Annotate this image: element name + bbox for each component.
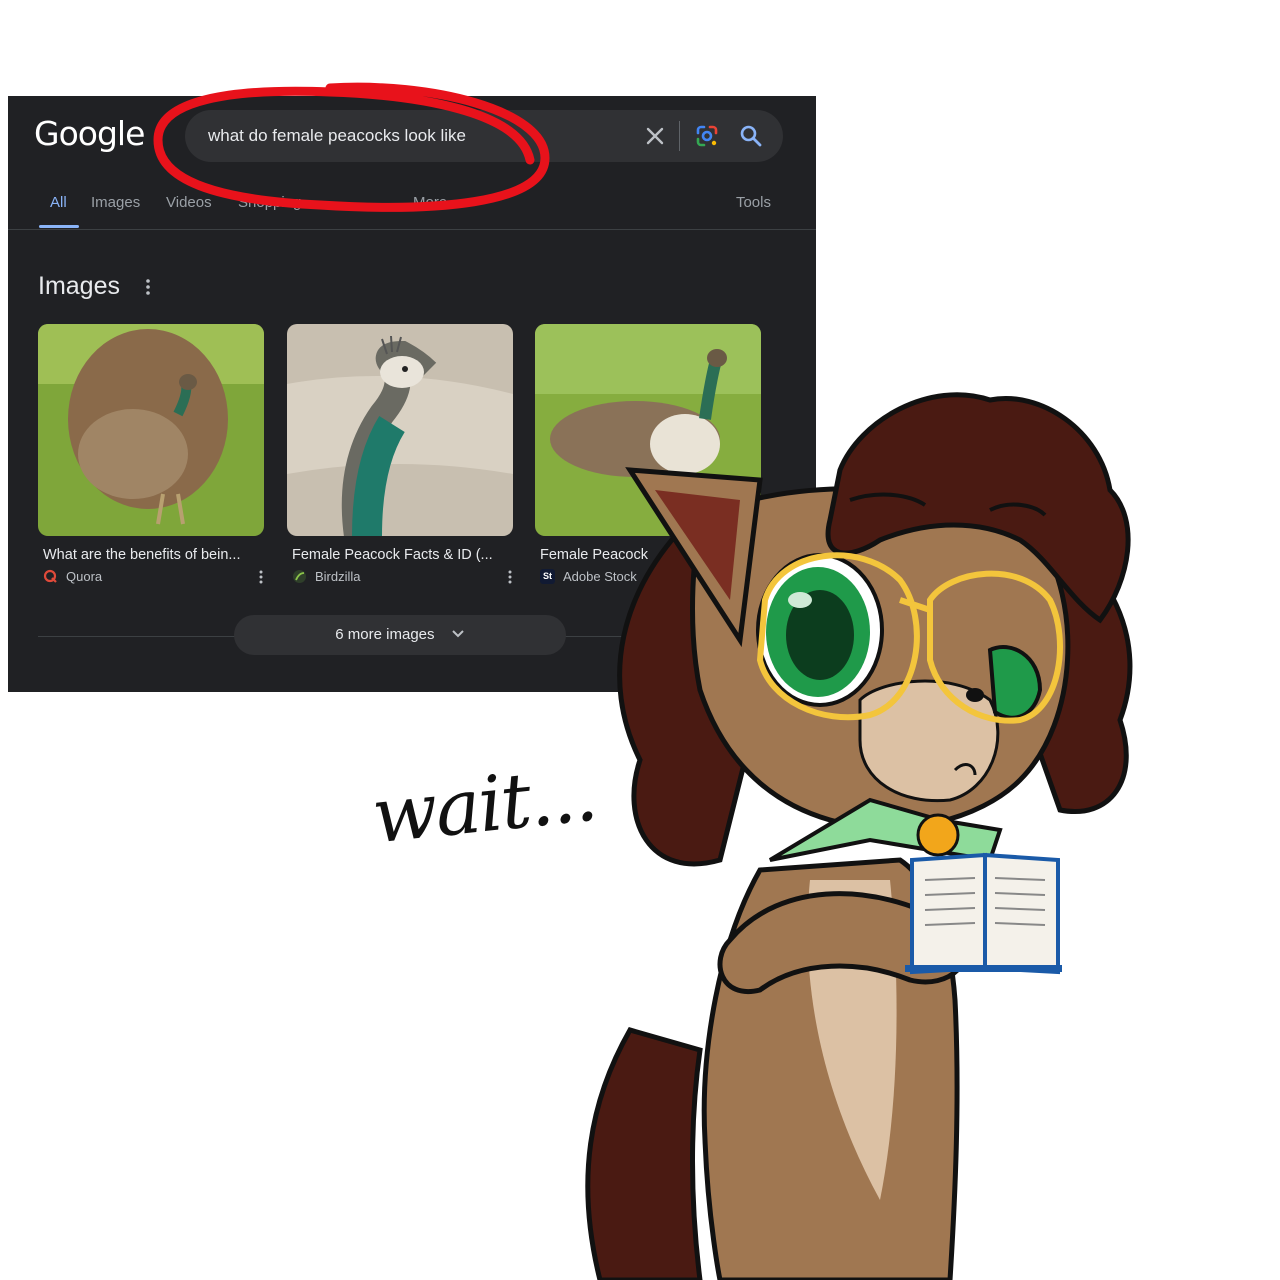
open-book-icon (905, 852, 1062, 975)
more-images-label: 6 more images (335, 626, 435, 643)
source-name: Adobe Stock (563, 569, 637, 584)
image-caption[interactable]: What are the benefits of bein... (38, 547, 266, 563)
active-tab-indicator (39, 225, 79, 228)
google-logo[interactable]: Google (34, 114, 145, 153)
image-result-card[interactable]: Female Peacock Facts & ID (... Birdzilla (287, 324, 515, 584)
kebab-icon[interactable] (506, 569, 514, 585)
peahen-photo[interactable] (287, 324, 513, 536)
image-source: Birdzilla (287, 569, 515, 584)
search-icon[interactable] (737, 122, 765, 150)
search-tabs: All Images Videos Shopping More Tools (8, 192, 816, 230)
character-hair-front (825, 392, 1131, 624)
adobe-stock-favicon-icon: St (540, 569, 555, 584)
search-query[interactable]: what do female peacocks look like (208, 126, 466, 146)
chevron-down-icon (451, 630, 464, 638)
source-name: Quora (66, 569, 103, 584)
peahen-photo[interactable] (535, 324, 761, 536)
search-bar[interactable]: what do female peacocks look like (185, 110, 783, 162)
lens-icon[interactable] (693, 122, 721, 150)
kebab-icon[interactable] (257, 569, 265, 585)
character-tail (585, 1027, 703, 1280)
google-results-screenshot: Google what do female peacocks look like… (8, 96, 816, 692)
source-name: Birdzilla (315, 569, 361, 584)
kebab-icon[interactable] (142, 277, 154, 297)
image-source: St Adobe Stock (535, 569, 763, 584)
quora-favicon-icon (43, 569, 57, 583)
birdzilla-favicon-icon (293, 570, 306, 583)
peahen-photo[interactable] (38, 324, 264, 536)
image-result-card[interactable]: What are the benefits of bein... Quora (38, 324, 266, 584)
tab-all[interactable]: All (50, 194, 67, 211)
clear-icon[interactable] (641, 122, 669, 150)
character-arms (717, 891, 969, 995)
search-divider (679, 121, 680, 151)
tab-more[interactable]: More (413, 194, 447, 211)
character-body (701, 857, 960, 1280)
character-collar (768, 797, 1003, 863)
tab-images[interactable]: Images (91, 194, 140, 211)
more-images-button[interactable]: 6 more images (234, 615, 566, 655)
collar-bell (916, 813, 960, 857)
image-source: Quora (38, 569, 266, 584)
image-result-card[interactable]: Female Peacock St Adobe Stock (535, 324, 763, 584)
wait-caption: wait... (367, 748, 600, 861)
character-eye-right (987, 644, 1043, 720)
tools-button[interactable]: Tools (736, 194, 771, 211)
image-caption[interactable]: Female Peacock (535, 547, 763, 563)
images-section-title: Images (38, 272, 120, 300)
tab-shopping[interactable]: Shopping (238, 194, 301, 211)
tab-videos[interactable]: Videos (166, 194, 212, 211)
image-caption[interactable]: Female Peacock Facts & ID (... (287, 547, 515, 563)
